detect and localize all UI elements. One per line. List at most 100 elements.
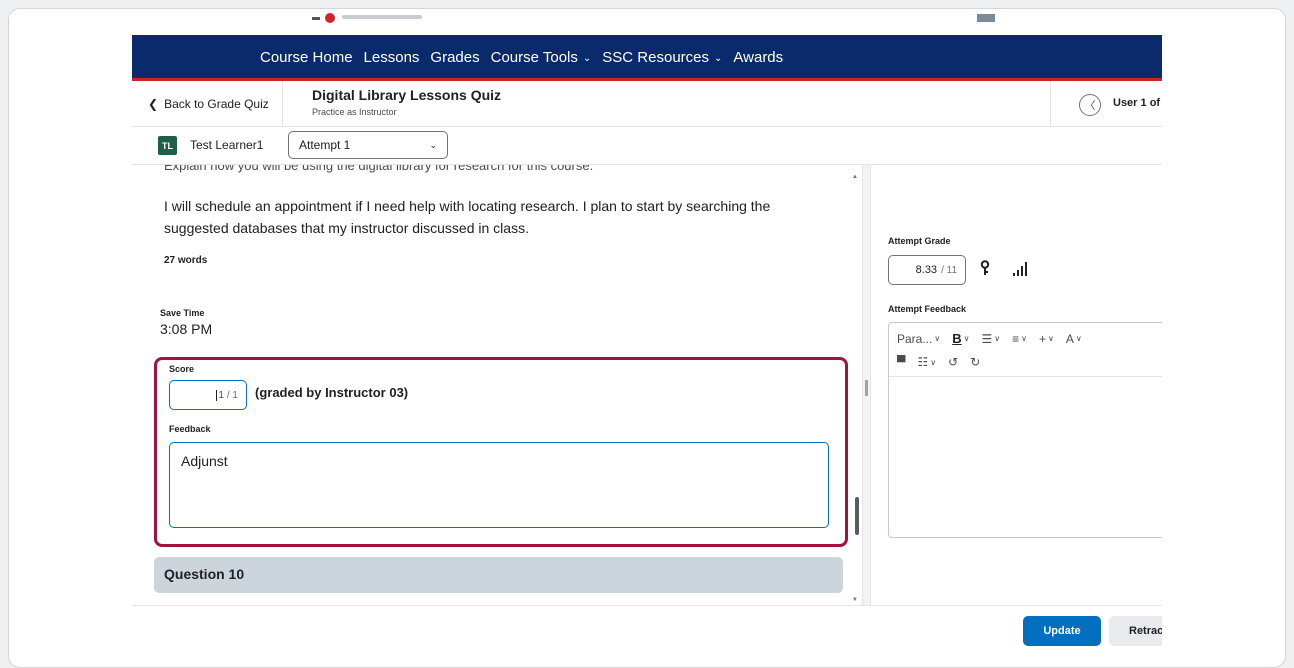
- chevron-down-icon: ∨: [930, 357, 937, 367]
- learner-answer: I will schedule an appointment if I need…: [164, 198, 771, 236]
- line-spacing-icon: ☷: [917, 355, 929, 369]
- question-pane: Explain how you will be using the digita…: [132, 165, 862, 605]
- save-time-value: 3:08 PM: [160, 321, 213, 337]
- learner-name: Test Learner1: [190, 138, 264, 152]
- toolbar-row-1: Para... ∨ B ∨ ☰ ∨ ≡ ∨ + ∨ A ∨: [897, 331, 1082, 346]
- list-dropdown[interactable]: ≡ ∨: [1012, 332, 1027, 346]
- quiz-header: ❮ Back to Grade Quiz Digital Library Les…: [132, 81, 1162, 127]
- attempt-select[interactable]: Attempt 1 ⌄: [288, 131, 448, 159]
- chevron-down-icon: ∨: [934, 334, 941, 343]
- learner-bar: TL Test Learner1 Attempt 1 ⌄: [132, 127, 1162, 165]
- paragraph-format-dropdown[interactable]: Para... ∨: [897, 332, 940, 346]
- nav-item-course-tools[interactable]: Course Tools ⌄: [491, 49, 592, 66]
- nav-item-label: Lessons: [363, 49, 420, 66]
- nav-item-ssc-resources[interactable]: SSC Resources ⌄: [602, 49, 722, 66]
- user-counter: User 1 of: [1113, 97, 1161, 109]
- logo-wordmark: [342, 15, 422, 19]
- nav-item-awards[interactable]: Awards: [733, 49, 783, 66]
- back-to-grade-quiz-link[interactable]: ❮ Back to Grade Quiz: [148, 97, 269, 111]
- bold-icon: B: [952, 331, 962, 346]
- list-icon: ≡: [1012, 331, 1020, 346]
- chevron-down-icon: ⌄: [429, 139, 437, 150]
- scrollbar-thumb[interactable]: [855, 497, 859, 535]
- question-10-header[interactable]: Question 10: [154, 557, 843, 593]
- chevron-down-icon: ∨: [1021, 334, 1027, 343]
- attempt-grade-label: Attempt Grade: [888, 236, 951, 246]
- nav-items: Course Home Lessons Grades Course Tools ⌄ SSC…: [260, 49, 783, 66]
- learner-avatar: TL: [158, 136, 177, 155]
- quiz-title: Digital Library Lessons Quiz: [312, 87, 502, 103]
- chevron-down-icon: ∨: [994, 334, 1001, 343]
- scroll-down-icon[interactable]: ▼: [852, 597, 858, 603]
- nav-item-label: Course Home: [260, 49, 353, 66]
- attempt-feedback-label: Attempt Feedback: [888, 304, 967, 314]
- attempt-selected: Attempt 1: [299, 138, 351, 152]
- course-navbar: Course Home Lessons Grades Course Tools ⌄ SSC…: [132, 35, 1162, 81]
- page-edge: [1162, 34, 1278, 660]
- question-pane-scrollbar[interactable]: ▲ ▼: [849, 170, 863, 605]
- logo-mark: [312, 17, 320, 20]
- line-spacing-dropdown[interactable]: ☷ ∨: [918, 355, 937, 369]
- attempt-grade-input[interactable]: 8.33 / 11: [888, 255, 966, 285]
- format-painter-icon: ▀: [897, 355, 906, 369]
- pane-resize-handle[interactable]: [862, 165, 871, 605]
- chevron-down-icon: ⌄: [714, 53, 723, 64]
- feedback-label: Feedback: [169, 424, 211, 434]
- attempt-pane: Attempt Grade 8.33 / 11 Attempt Feedback…: [871, 165, 1162, 605]
- key-icon[interactable]: [979, 260, 991, 279]
- user-avatar[interactable]: [977, 14, 995, 22]
- font-size-icon: A: [1065, 331, 1074, 346]
- header-divider: [282, 81, 283, 127]
- header-divider-right: [1050, 81, 1051, 127]
- attempt-grade-value: 8.33: [915, 264, 938, 276]
- undo-icon: ↺: [948, 355, 959, 369]
- quiz-subtitle: Practice as Instructor: [312, 107, 397, 117]
- chevron-down-icon: ⌄: [582, 53, 592, 64]
- toolbar-row-2: ▀ ☷ ∨ ↺ ↻: [897, 355, 980, 369]
- chevron-left-icon: 〈: [1084, 100, 1096, 112]
- feedback-textarea[interactable]: Adjunst: [169, 442, 829, 528]
- chevron-down-icon: ∨: [1075, 334, 1082, 343]
- logo-icon: [325, 13, 335, 23]
- undo-button[interactable]: ↺: [948, 355, 958, 369]
- word-count: 27 words: [164, 255, 208, 266]
- editor-toolbar: Para... ∨ B ∨ ☰ ∨ ≡ ∨ + ∨ A ∨ ▀ ☷ ∨ ↺ ↻: [889, 323, 1162, 377]
- nav-item-label: Awards: [733, 49, 784, 66]
- previous-user-button[interactable]: 〈: [1079, 94, 1101, 116]
- align-left-icon: ☰: [981, 331, 993, 346]
- grip-icon: [865, 380, 868, 396]
- grading-highlight: Score 1 / 1 (graded by Instructor 03) Fe…: [154, 357, 848, 547]
- back-label: Back to Grade Quiz: [164, 97, 269, 111]
- grade-stats-icon[interactable]: [1013, 262, 1027, 276]
- paragraph-format-label: Para...: [897, 331, 933, 346]
- format-painter-button[interactable]: ▀: [897, 355, 906, 369]
- question-prompt: Explain how you will be using the digita…: [164, 165, 594, 173]
- align-dropdown[interactable]: ☰ ∨: [981, 332, 1000, 346]
- score-value: 1: [216, 389, 224, 401]
- update-button[interactable]: Update: [1023, 616, 1101, 646]
- plus-icon: +: [1038, 331, 1046, 346]
- score-input[interactable]: 1 / 1: [169, 380, 247, 410]
- redo-button[interactable]: ↻: [970, 355, 980, 369]
- graded-by: (graded by Instructor 03): [255, 385, 409, 400]
- nav-item-label: SSC Resources: [602, 49, 710, 66]
- chevron-down-icon: ∨: [1047, 334, 1054, 343]
- nav-item-label: Course Tools: [490, 49, 578, 66]
- scroll-up-icon[interactable]: ▲: [852, 174, 858, 180]
- insert-dropdown[interactable]: + ∨: [1039, 332, 1054, 346]
- save-time-label: Save Time: [160, 308, 205, 318]
- chevron-left-icon: ❮: [148, 97, 159, 111]
- attempt-feedback-editor[interactable]: Para... ∨ B ∨ ☰ ∨ ≡ ∨ + ∨ A ∨ ▀ ☷ ∨ ↺ ↻: [888, 322, 1162, 538]
- attempt-grade-out-of: / 11: [941, 264, 957, 276]
- score-label: Score: [169, 364, 195, 374]
- chevron-down-icon: ∨: [963, 334, 970, 343]
- score-out-of: / 1: [226, 389, 238, 401]
- nav-item-course-home[interactable]: Course Home: [260, 49, 353, 66]
- nav-item-lessons[interactable]: Lessons: [364, 49, 420, 66]
- action-footer: Update Retract: [132, 605, 1189, 660]
- redo-icon: ↻: [970, 355, 981, 369]
- nav-item-grades[interactable]: Grades: [430, 49, 479, 66]
- nav-item-label: Grades: [430, 49, 480, 66]
- font-size-dropdown[interactable]: A ∨: [1066, 332, 1082, 346]
- bold-button[interactable]: B ∨: [952, 331, 969, 346]
